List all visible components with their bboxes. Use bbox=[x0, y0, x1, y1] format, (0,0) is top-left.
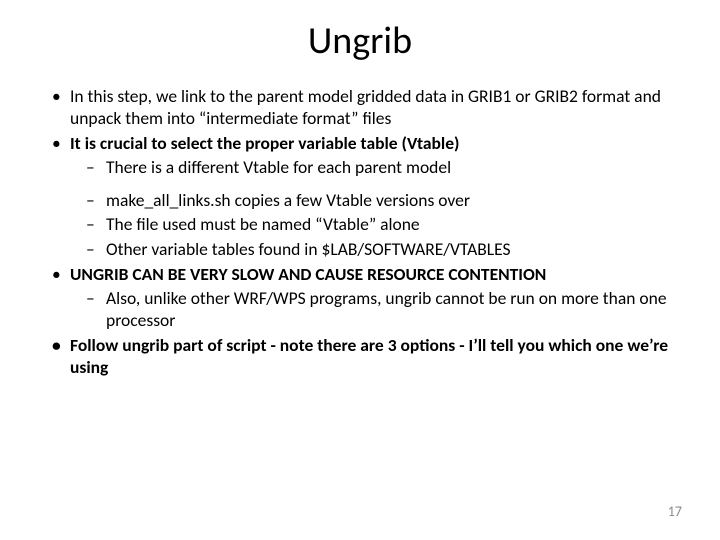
bullet-item: Follow ungrib part of script - note ther… bbox=[70, 335, 680, 379]
sub-bullet-item: There is a different Vtable for each par… bbox=[106, 157, 680, 179]
sub-bullet-item: The file used must be named “Vtable” alo… bbox=[106, 214, 680, 236]
bullet-text: UNGRIB CAN BE VERY SLOW AND CAUSE RESOUR… bbox=[70, 263, 546, 285]
bullet-content: In this step, we link to the parent mode… bbox=[40, 86, 680, 379]
sub-bullet-item: Other variable tables found in $LAB/SOFT… bbox=[106, 239, 680, 261]
sub-bullet-item: Also, unlike other WRF/WPS programs, ung… bbox=[106, 288, 680, 332]
slide-title: Ungrib bbox=[40, 18, 680, 64]
bullet-item: In this step, we link to the parent mode… bbox=[70, 86, 680, 130]
sub-bullet-item: make_all_links.sh copies a few Vtable ve… bbox=[106, 190, 680, 212]
bullet-item: It is crucial to select the proper varia… bbox=[70, 133, 680, 261]
page-number: 17 bbox=[668, 503, 682, 520]
bullet-item: UNGRIB CAN BE VERY SLOW AND CAUSE RESOUR… bbox=[70, 264, 680, 332]
slide: Ungrib In this step, we link to the pare… bbox=[0, 0, 720, 540]
bullet-text: It is crucial to select the proper varia… bbox=[70, 132, 460, 154]
